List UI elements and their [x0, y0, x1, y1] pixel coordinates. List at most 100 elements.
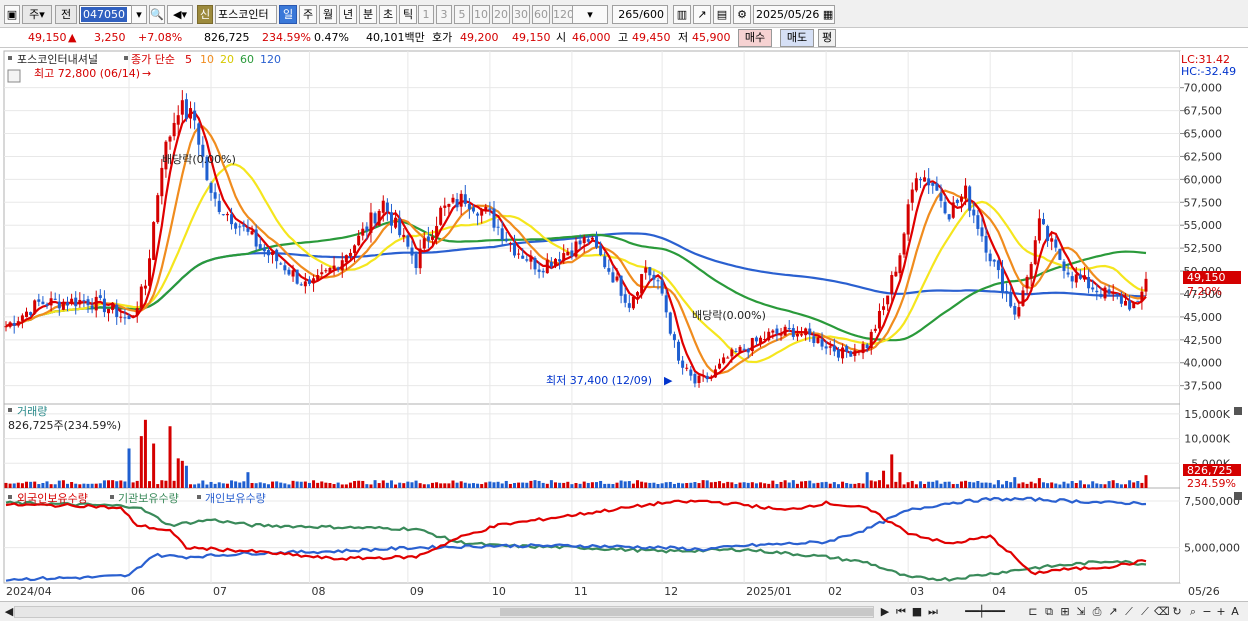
jump-start-icon[interactable]: ⏮ — [894, 604, 908, 619]
interval-button-60[interactable]: 60 — [532, 5, 550, 24]
measure-icon[interactable]: ⟋ — [1122, 604, 1136, 619]
date-field[interactable]: 2025/05/26 ▦ — [753, 5, 835, 24]
volume-bar — [722, 483, 726, 488]
period-button-5[interactable]: 초 — [379, 5, 397, 24]
volume-bar — [742, 482, 746, 488]
interval-button-30[interactable]: 30 — [512, 5, 530, 24]
prev-button[interactable]: 전 — [55, 5, 77, 24]
price-panel[interactable] — [3, 50, 1181, 405]
sell-button[interactable]: 매도 — [780, 29, 814, 47]
panel-close-icon[interactable] — [1234, 407, 1242, 415]
candle-body — [1046, 226, 1050, 241]
candle-body — [82, 300, 86, 302]
candle-body — [389, 212, 393, 226]
copy-icon[interactable]: ⧉ — [1042, 604, 1056, 619]
sin-badge[interactable]: 신 — [197, 5, 213, 24]
search-icon[interactable]: ⌕ — [1186, 604, 1200, 619]
period-button-3[interactable]: 년 — [339, 5, 357, 24]
interval-button-120[interactable]: 120 — [552, 5, 574, 24]
stock-chart[interactable]: 70,00067,50065,00062,50060,00057,50055,0… — [0, 48, 1248, 601]
candle-body — [430, 236, 434, 240]
crosshair-icon[interactable]: ⊏ — [1026, 604, 1040, 619]
chart-scrollbar[interactable] — [14, 606, 874, 618]
volume-bar — [713, 481, 717, 488]
candle-body — [832, 345, 836, 352]
settings-icon[interactable]: ⚙ — [733, 5, 751, 24]
jump-end-icon[interactable]: ⏭ — [926, 604, 940, 619]
volume-bar — [1025, 483, 1029, 488]
stop-icon[interactable]: ■ — [910, 604, 924, 619]
candle-body — [488, 208, 492, 210]
interval-button-10[interactable]: 10 — [472, 5, 490, 24]
candle-body — [148, 258, 152, 286]
text-tool-icon[interactable]: A — [1228, 604, 1242, 619]
volume-bar — [1087, 484, 1091, 488]
volume-bar — [279, 482, 283, 488]
candle-body — [836, 349, 840, 358]
bid-label: 호가 — [432, 31, 453, 44]
candle-body — [1050, 238, 1054, 242]
save-icon[interactable]: ▤ — [713, 5, 731, 24]
period-mode-select[interactable]: 주▾ — [22, 5, 52, 24]
volume-bar — [455, 482, 459, 488]
volume-bar — [135, 480, 139, 488]
zoom-slider[interactable]: ━━┿━━━ — [950, 604, 1020, 619]
volume-bar — [525, 482, 529, 488]
period-button-1[interactable]: 주 — [299, 5, 317, 24]
candle-body — [369, 212, 373, 233]
print-icon[interactable]: ⎙ — [1090, 604, 1104, 619]
foreign-legend: 외국인보유수량 — [17, 492, 88, 505]
sound-icon[interactable]: ◀▾ — [167, 5, 193, 24]
volume-bar — [303, 481, 307, 488]
code-dropdown-icon[interactable]: ▾ — [131, 5, 147, 24]
candle-body — [320, 272, 324, 275]
interval-button-1[interactable]: 1 — [418, 5, 434, 24]
candle-type-icon[interactable]: ▥ — [673, 5, 691, 24]
interval-button-5[interactable]: 5 — [454, 5, 470, 24]
volume-panel[interactable] — [3, 403, 1181, 489]
interval-button-20[interactable]: 20 — [492, 5, 510, 24]
candle-body — [923, 177, 927, 182]
interval-dropdown[interactable]: ▾ — [572, 5, 608, 24]
draw-tool-icon[interactable]: ↗ — [693, 5, 711, 24]
panel-close-icon[interactable] — [1234, 492, 1242, 500]
price-tick-label: 40,000 — [1184, 357, 1223, 370]
candle-body — [672, 334, 676, 341]
volume-bar — [180, 460, 184, 488]
open-price: 46,000 — [572, 31, 611, 44]
refresh-icon[interactable]: ↻ — [1170, 604, 1184, 619]
candle-body — [504, 238, 508, 242]
draw-line-icon[interactable]: ↗ — [1106, 604, 1120, 619]
interval-button-3[interactable]: 3 — [436, 5, 452, 24]
chart-grid-icon[interactable] — [7, 69, 21, 83]
stock-name-field[interactable]: 포스코인터 — [215, 5, 277, 24]
search-icon[interactable]: 🔍 — [149, 5, 165, 24]
fib-icon[interactable]: ⟋ — [1138, 604, 1152, 619]
zoom-in-icon[interactable]: + — [1214, 604, 1228, 619]
eval-button[interactable]: 평 — [818, 29, 836, 47]
volume-bar — [582, 481, 586, 488]
count-display[interactable]: 265/600 — [612, 5, 668, 24]
scroll-thumb[interactable] — [500, 608, 873, 616]
holding-panel[interactable] — [3, 487, 1181, 584]
candle-body — [180, 100, 184, 115]
candle-body — [652, 274, 656, 280]
scroll-right-icon[interactable]: ▶ — [878, 604, 892, 619]
buy-button[interactable]: 매수 — [738, 29, 772, 47]
period-button-0[interactable]: 일 — [279, 5, 297, 24]
period-button-6[interactable]: 틱 — [399, 5, 417, 24]
volume-bar — [553, 482, 557, 488]
candle-body — [78, 299, 82, 305]
export-icon[interactable]: ⇲ — [1074, 604, 1088, 619]
eraser-icon[interactable]: ⌫ — [1154, 604, 1170, 619]
candle-body — [287, 269, 291, 275]
period-button-2[interactable]: 월 — [319, 5, 337, 24]
volume-bar — [984, 482, 988, 488]
candle-body — [709, 376, 713, 378]
candle-body — [578, 240, 582, 245]
volume-bar — [746, 482, 750, 488]
period-button-4[interactable]: 분 — [359, 5, 377, 24]
layout-icon[interactable]: ⊞ — [1058, 604, 1072, 619]
window-menu-icon[interactable]: ▣ — [4, 5, 20, 24]
zoom-out-icon[interactable]: − — [1200, 604, 1214, 619]
